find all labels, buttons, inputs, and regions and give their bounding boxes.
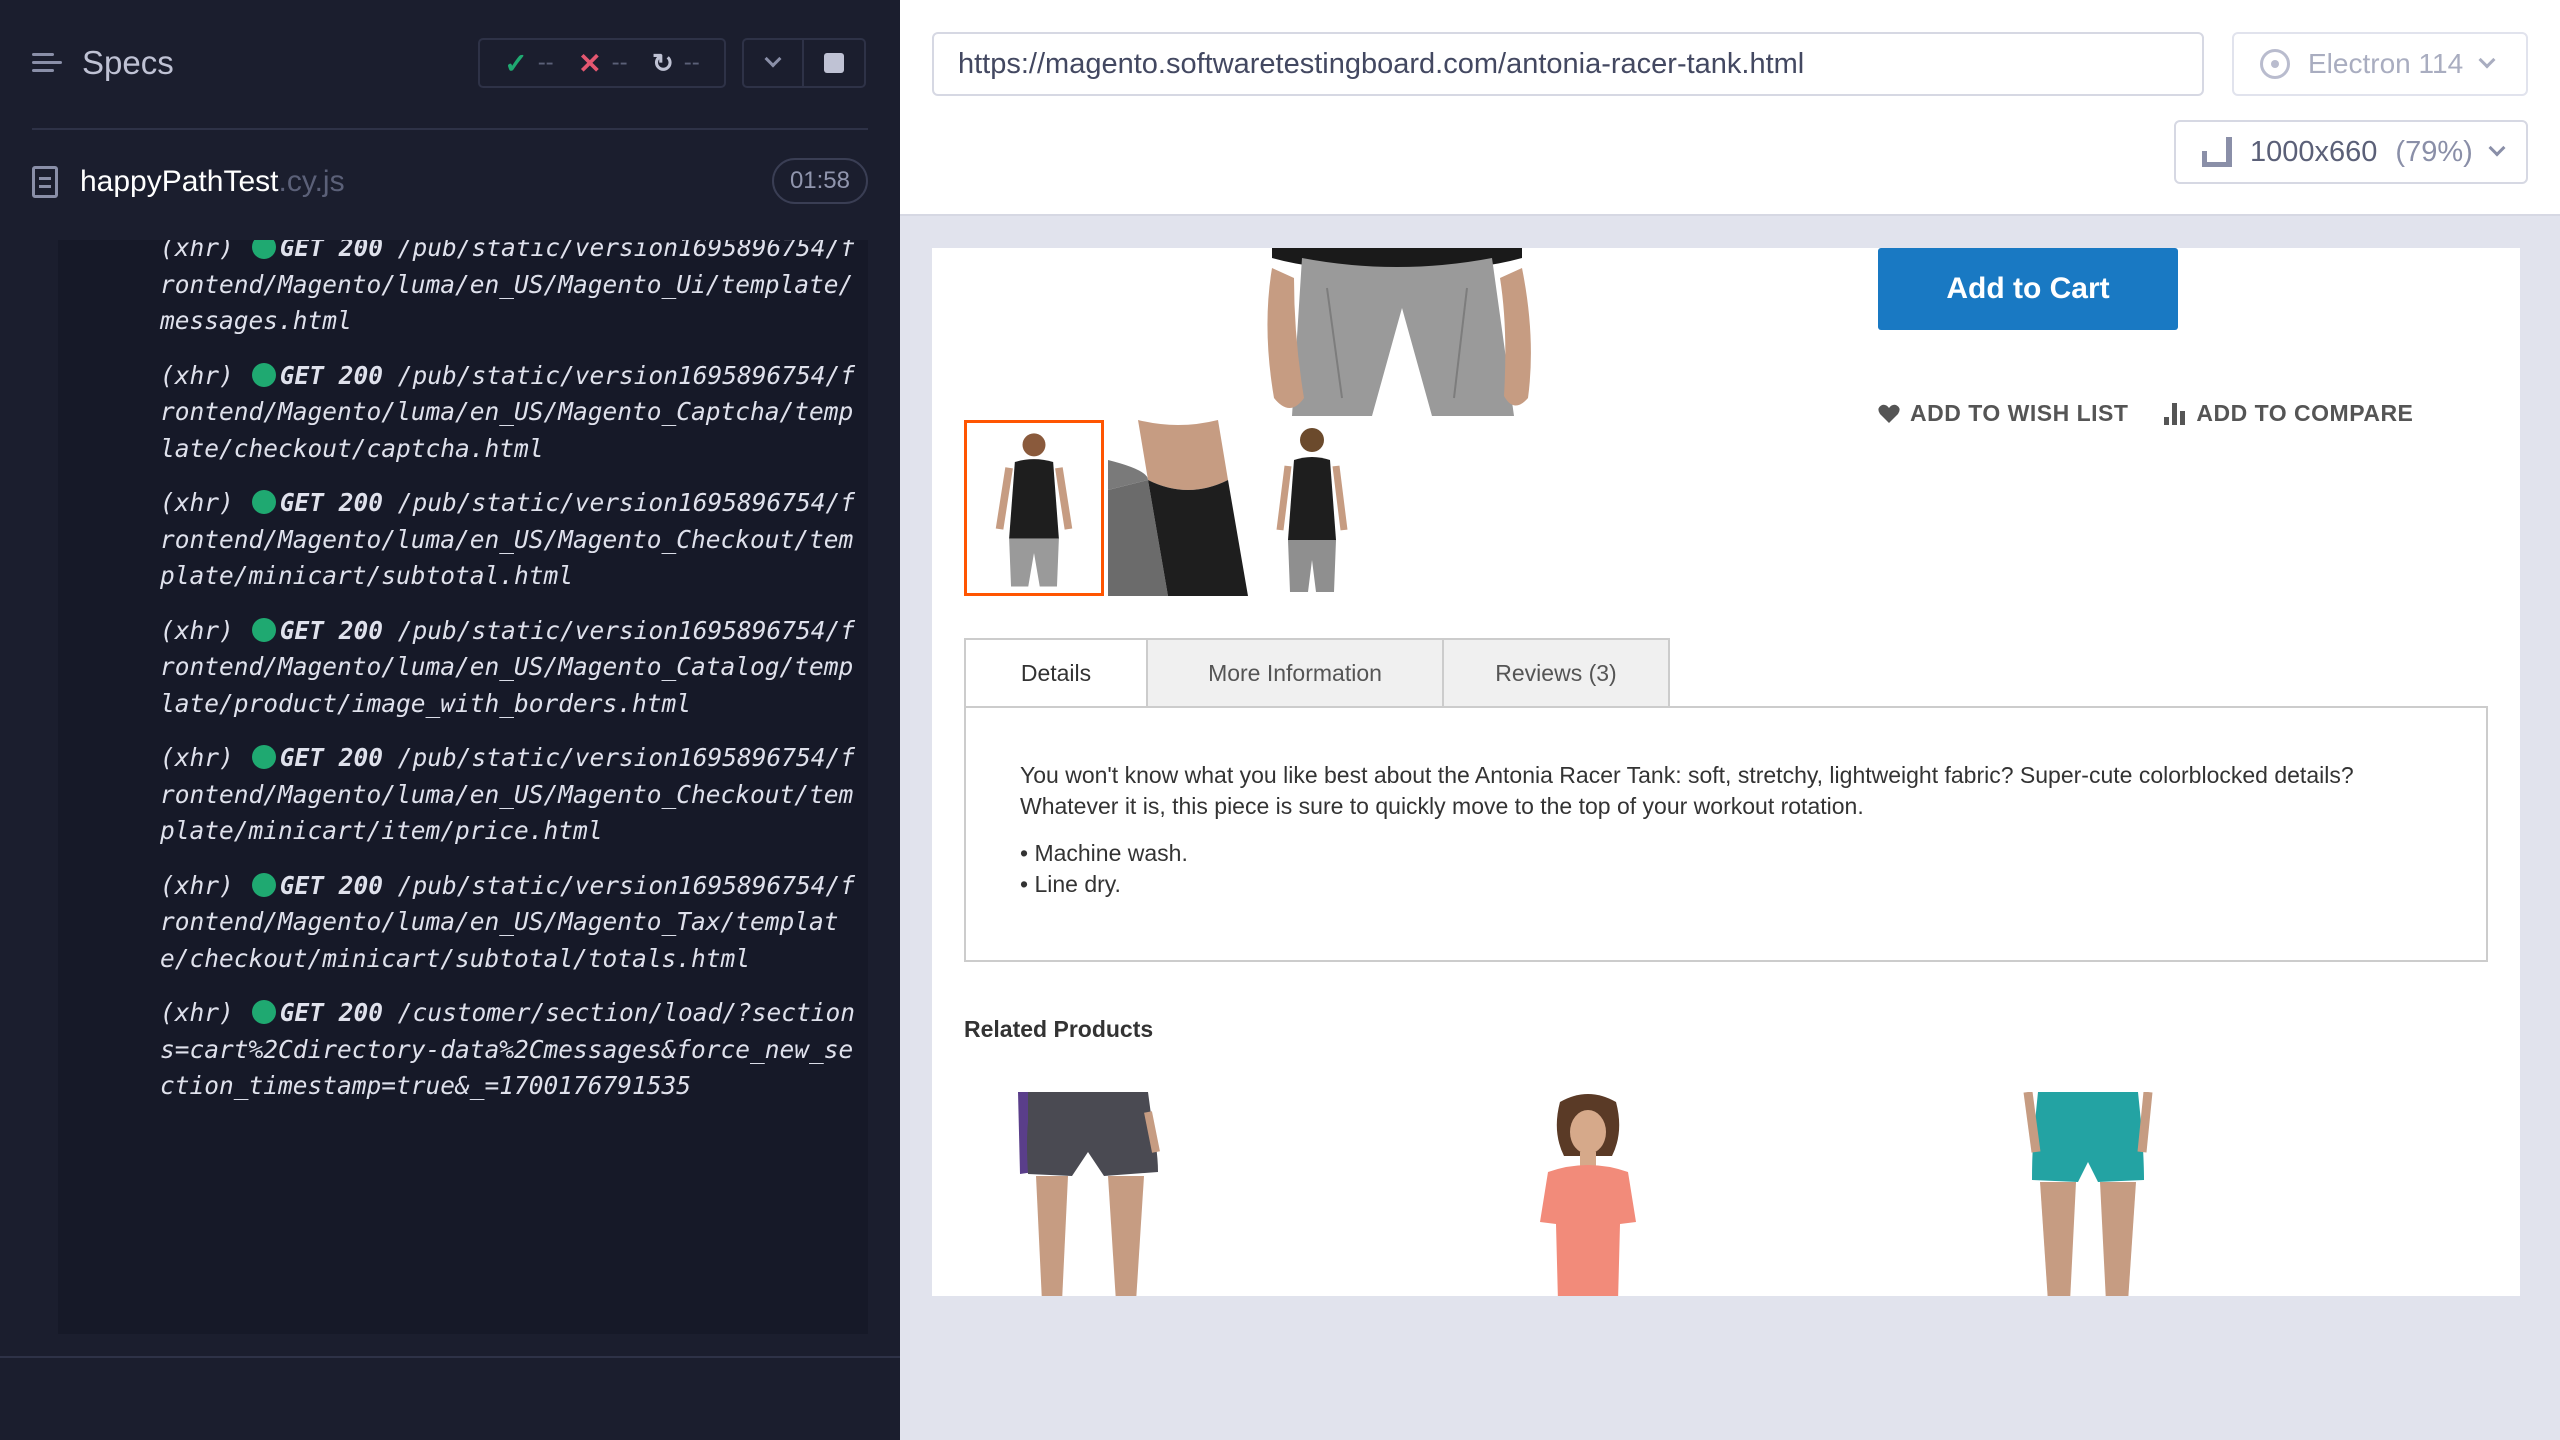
check-icon: ✓ [504, 47, 528, 79]
ruler-icon [2202, 137, 2232, 167]
thumbnail-detail[interactable] [1108, 420, 1248, 596]
stop-button[interactable] [804, 38, 866, 88]
status-dot-icon [251, 745, 276, 769]
browser-selector[interactable]: Electron 114 [2232, 32, 2528, 96]
log-status: GET 200 [279, 998, 384, 1027]
log-type: (xhr) [160, 240, 234, 262]
log-status: GET 200 [279, 615, 384, 645]
log-type: (xhr) [160, 743, 234, 772]
cypress-reporter: Specs ✓ -- ✕ -- ↻ -- happyPathTest .cy.js 0… [0, 0, 900, 1440]
log-entry[interactable]: (xhr) GET 200 /pub/static/version16958967… [160, 358, 860, 468]
collapse-button[interactable] [742, 38, 804, 88]
specs-label: Specs [82, 44, 174, 81]
log-entry[interactable]: (xhr) GET 200 /pub/static/version16958967… [160, 240, 860, 340]
log-status: GET 200 [279, 360, 384, 390]
url-bar[interactable]: https://magento.softwaretestingboard.com… [932, 32, 2204, 96]
related-product-image[interactable] [1008, 1092, 1168, 1296]
product-thumbnails [964, 420, 1392, 596]
status-dot-icon [251, 872, 276, 897]
chevron-down-icon [2488, 139, 2506, 157]
add-to-cart-button[interactable]: Add to Cart [1878, 248, 2178, 330]
viewport-info[interactable]: 1000x660 (79%) [2174, 120, 2528, 184]
test-stats: ✓ -- ✕ -- ↻ -- [478, 38, 726, 88]
browser-name: Electron 114 [2308, 48, 2464, 79]
status-dot-icon [251, 617, 276, 642]
log-status: GET 200 [279, 240, 384, 262]
status-dot-icon [251, 1000, 276, 1024]
log-type: (xhr) [160, 360, 234, 390]
spec-name: happyPathTest [80, 165, 279, 198]
specs-toggle[interactable]: Specs [32, 44, 174, 82]
log-type: (xhr) [160, 488, 234, 517]
chevron-down-icon [2478, 51, 2496, 69]
aut-header: https://magento.softwaretestingboard.com… [900, 0, 2560, 216]
failed-stat: ✕ -- [578, 47, 628, 79]
tab-details[interactable]: Details [964, 638, 1148, 708]
care-list: • Machine wash. • Line dry. [1020, 838, 2432, 900]
product-main-image [1232, 248, 1572, 416]
details-panel: You won't know what you like best about … [964, 706, 2488, 962]
status-dot-icon [251, 490, 276, 514]
log-type: (xhr) [160, 870, 234, 900]
related-products-list [932, 1092, 2520, 1296]
related-product-image[interactable] [2008, 1092, 2168, 1296]
log-entry[interactable]: (xhr) GET 200 /pub/static/version16958967… [160, 740, 860, 850]
spinner-icon: ↻ [652, 47, 674, 78]
viewport-zoom: (79%) [2395, 135, 2473, 168]
passed-stat: ✓ -- [504, 47, 554, 79]
related-product-image[interactable] [1508, 1092, 1668, 1296]
spec-duration: 01:58 [771, 158, 868, 204]
command-log: (xhr) GET 200 /pub/static/version16958967… [58, 240, 868, 1334]
product-social-links: ADD TO WISH LIST ADD TO COMPARE [1878, 400, 2413, 427]
compare-icon [2164, 402, 2186, 425]
status-dot-icon [251, 362, 276, 387]
care-item: • Machine wash. [1020, 840, 1188, 866]
electron-icon [2260, 49, 2290, 79]
add-to-wishlist-link[interactable]: ADD TO WISH LIST [1878, 400, 2128, 427]
document-icon [32, 166, 58, 198]
specs-list-icon [32, 50, 62, 76]
spec-file-header[interactable]: happyPathTest .cy.js 01:58 [32, 158, 868, 204]
command-log-list: (xhr) GET 200 /pub/static/version16958967… [160, 240, 860, 1123]
x-icon: ✕ [578, 47, 602, 79]
log-type: (xhr) [160, 615, 234, 645]
log-status: GET 200 [279, 488, 384, 517]
status-dot-icon [251, 240, 276, 259]
tab-more-information[interactable]: More Information [1146, 638, 1444, 708]
viewport-size: 1000x660 [2250, 135, 2378, 168]
thumbnail-front[interactable] [964, 420, 1104, 596]
wishlist-label: ADD TO WISH LIST [1910, 400, 2129, 426]
add-to-compare-link[interactable]: ADD TO COMPARE [2164, 400, 2413, 427]
care-item: • Line dry. [1020, 871, 1121, 897]
log-status: GET 200 [279, 870, 384, 900]
thumbnail-back[interactable] [1252, 420, 1392, 596]
heart-icon [1878, 404, 1900, 423]
log-entry[interactable]: (xhr) GET 200 /customer/section/load/?sec… [160, 995, 860, 1105]
log-status: GET 200 [279, 743, 384, 772]
stop-icon [824, 53, 844, 73]
chevron-down-icon [764, 50, 782, 68]
divider [32, 128, 868, 130]
spec-extension: .cy.js [278, 165, 345, 198]
pending-stat: ↻ -- [652, 47, 700, 78]
compare-label: ADD TO COMPARE [2196, 400, 2414, 426]
reporter-header: Specs ✓ -- ✕ -- ↻ -- [0, 0, 900, 130]
log-type: (xhr) [160, 998, 234, 1027]
app-under-test: Add to Cart ADD TO WISH LIST ADD TO COMP… [932, 248, 2520, 1296]
product-description: You won't know what you like best about … [1020, 762, 2354, 819]
log-entry[interactable]: (xhr) GET 200 /pub/static/version16958967… [160, 485, 860, 595]
divider [0, 1356, 900, 1358]
related-products-title: Related Products [964, 1016, 1154, 1042]
log-entry[interactable]: (xhr) GET 200 /pub/static/version16958967… [160, 613, 860, 723]
product-info-tabs: Details More Information Reviews (3) [964, 638, 1670, 708]
log-entry[interactable]: (xhr) GET 200 /pub/static/version16958967… [160, 868, 860, 978]
tab-reviews[interactable]: Reviews (3) [1442, 638, 1670, 708]
